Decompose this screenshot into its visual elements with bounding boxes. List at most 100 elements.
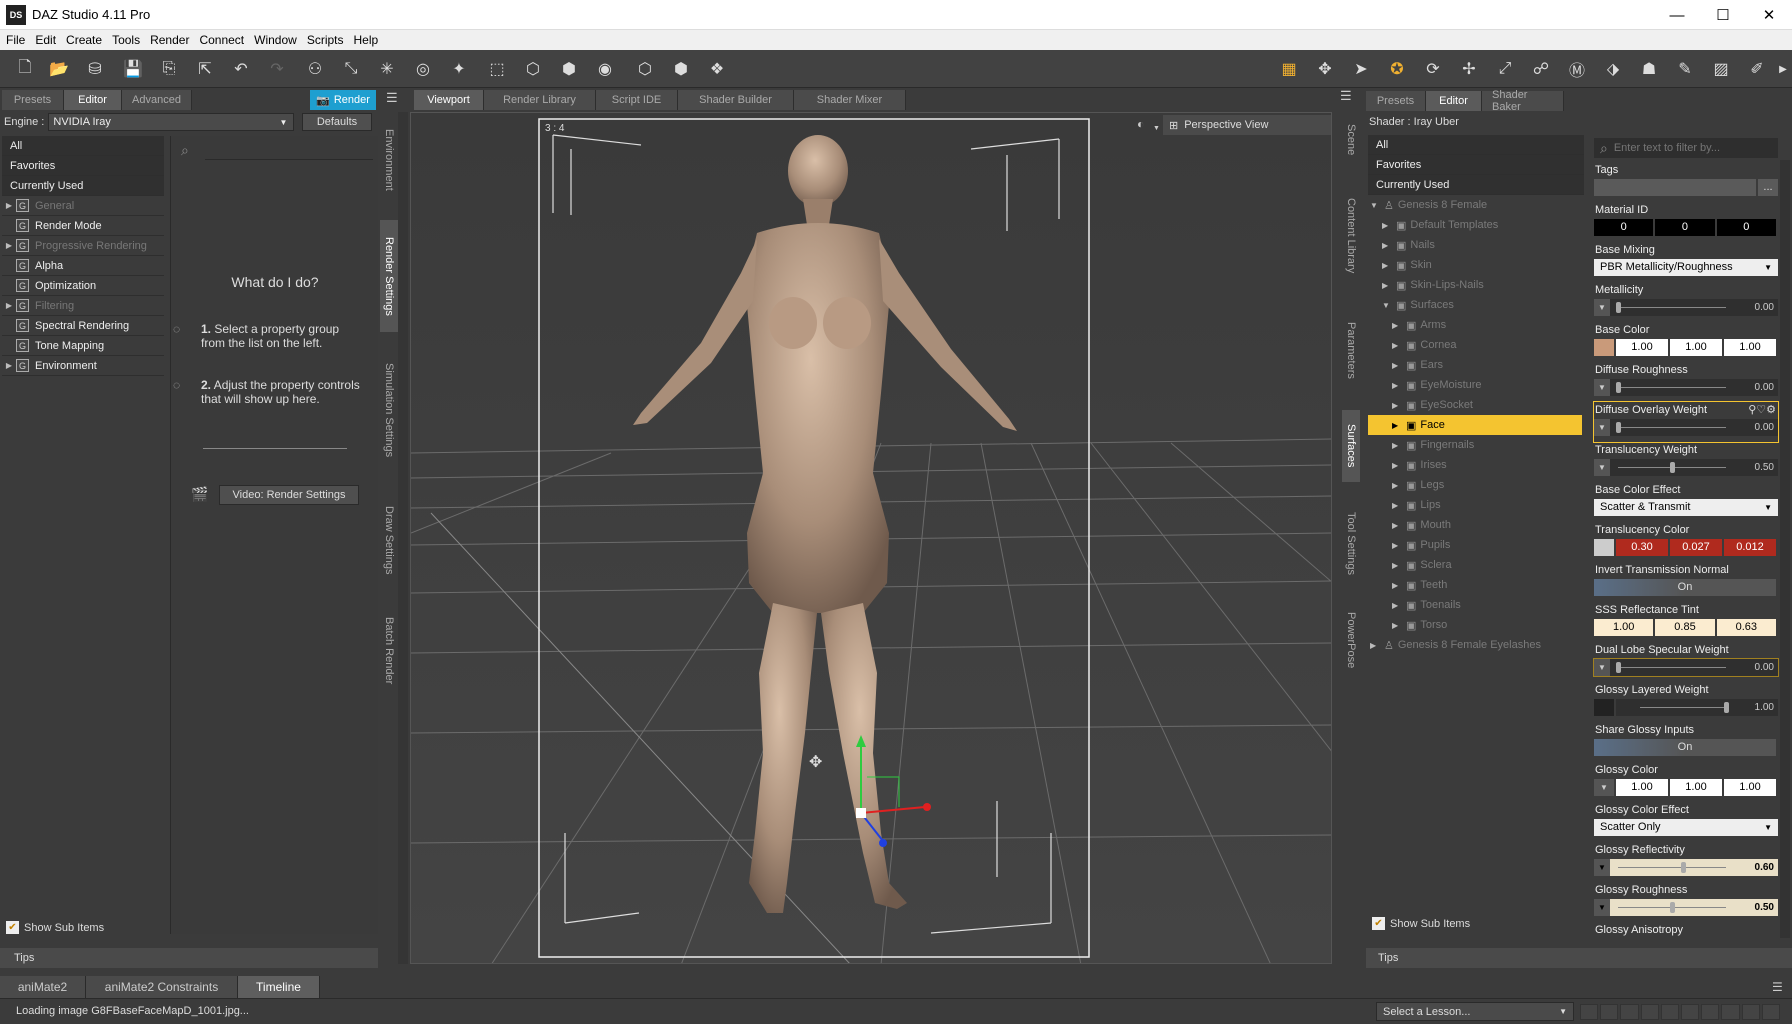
surface-tree-item[interactable]: ▶ ▣ Fingernails (1368, 435, 1582, 455)
render-group-item[interactable]: ▶ G General (2, 196, 164, 216)
expand-arrow-icon[interactable]: ▶ (1392, 561, 1402, 570)
tab-render-library[interactable]: Render Library (484, 90, 596, 110)
lesson-step-button[interactable] (1620, 1004, 1639, 1020)
glossy-reflectivity-slider[interactable]: ▼ 0.60 (1594, 858, 1778, 876)
morph-icon[interactable]: Ⓜ (1566, 58, 1588, 80)
expand-arrow-icon[interactable]: ▶ (1392, 381, 1402, 390)
slider-menu-icon[interactable]: ▼ (1594, 458, 1610, 476)
glossy-roughness-slider[interactable]: ▼ 0.50 (1594, 898, 1778, 916)
diffuse-roughness-slider[interactable]: ▼ 0.00 (1594, 378, 1778, 396)
active-pose-icon[interactable]: ✪ (1386, 58, 1408, 80)
primitive-icon[interactable]: ⬡ (522, 58, 544, 80)
surface-tree-item[interactable]: ▶ ▣ Lips (1368, 495, 1582, 515)
expand-arrow-icon[interactable]: ▼ (1370, 201, 1380, 210)
universal-tool-icon[interactable]: ✥ (1314, 58, 1336, 80)
surface-tree-item[interactable]: ▶ ▣ Face (1368, 415, 1582, 435)
scene-identification-icon[interactable]: ⚇ (304, 58, 326, 80)
translucency-color-g[interactable]: 0.027 (1670, 538, 1722, 556)
base-mixing-select[interactable]: PBR Metallicity/Roughness (1594, 258, 1778, 276)
tab-shader-mixer[interactable]: Shader Mixer (794, 90, 906, 110)
rotate-icon[interactable]: ⟳ (1422, 58, 1444, 80)
expand-arrow-icon[interactable]: ▶ (1392, 501, 1402, 510)
tab-timeline[interactable]: Timeline (238, 976, 320, 998)
surface-tree-item[interactable]: ▶ ▣ Nails (1368, 235, 1582, 255)
expand-arrow-icon[interactable]: ▶ (1392, 421, 1402, 430)
surface-tree-item[interactable]: ▶ ▣ Skin-Lips-Nails (1368, 275, 1582, 295)
render-group-item[interactable]: G Spectral Rendering (2, 316, 164, 336)
render-group-item[interactable]: ▶ G Progressive Rendering (2, 236, 164, 256)
merge-icon[interactable]: ⛁ (84, 58, 106, 80)
new-scene-icon[interactable]: 🗋 (14, 58, 36, 80)
import-icon[interactable]: ⎘ (158, 58, 180, 80)
tab-script-ide[interactable]: Script IDE (596, 90, 678, 110)
slider-knob[interactable] (1670, 901, 1675, 913)
minimize-icon[interactable]: — (1654, 0, 1700, 30)
redo-icon[interactable]: ↷ (266, 58, 288, 80)
lesson-step-button[interactable] (1660, 1004, 1680, 1020)
surface-tree-item[interactable]: ▶ ♙ Genesis 8 Female Eyelashes (1368, 635, 1582, 655)
scale-icon[interactable]: ⤢ (1494, 58, 1516, 80)
side-tab-tool-settings[interactable]: Tool Settings (1342, 498, 1360, 588)
surface-tree-item[interactable]: ▶ ▣ Ears (1368, 355, 1582, 375)
expand-arrow-icon[interactable]: ▶ (1392, 461, 1402, 470)
pointer-icon[interactable]: ➤ (1350, 58, 1372, 80)
expand-arrow-icon[interactable]: ▶ (1382, 261, 1392, 270)
cube-node-icon[interactable]: ❖ (706, 58, 728, 80)
save-icon[interactable]: 💾 (122, 58, 144, 80)
surface-tree-item[interactable]: ▶ ▣ Irises (1368, 455, 1582, 475)
material-id-g[interactable]: 0 (1655, 218, 1715, 236)
menu-edit[interactable]: Edit (35, 33, 56, 47)
tips-left[interactable]: Tips (0, 948, 378, 968)
invert-transmission-normal-toggle[interactable]: On (1594, 578, 1776, 596)
surface-tree-item[interactable]: ▶ ▣ Pupils (1368, 535, 1582, 555)
tab-surfaces-editor[interactable]: Editor (1426, 91, 1482, 111)
tab-advanced[interactable]: Advanced (122, 90, 192, 110)
render-group-item[interactable]: G Optimization (2, 276, 164, 296)
lesson-step-button[interactable] (1721, 1004, 1740, 1020)
side-tab-parameters[interactable]: Parameters (1342, 310, 1360, 390)
link-heart-gear-icon[interactable]: ⚲♡⚙ (1748, 403, 1776, 416)
slider-menu-icon[interactable]: ▼ (1594, 898, 1610, 916)
side-tab-powerpose[interactable]: PowerPose (1342, 604, 1360, 676)
expand-arrow-icon[interactable]: ▶ (1392, 341, 1402, 350)
surface-tree-item[interactable]: ▶ ▣ Teeth (1368, 575, 1582, 595)
diffuse-overlay-weight-slider[interactable]: ▼ 0.00 (1594, 418, 1778, 436)
grid-icon[interactable]: ▦ (1278, 58, 1300, 80)
surface-tree-item[interactable]: ▶ ▣ Legs (1368, 475, 1582, 495)
lesson-step-button[interactable] (1681, 1004, 1700, 1020)
expand-arrow-icon[interactable]: ▶ (1382, 241, 1392, 250)
viewport-splitter-left[interactable] (398, 112, 408, 964)
view-toggle-arrow-icon[interactable]: ▼ (1153, 125, 1160, 132)
lesson-step-button[interactable] (1580, 1004, 1599, 1020)
surface-tool-icon[interactable]: ⬗ (1602, 58, 1624, 80)
translucency-weight-slider[interactable]: ▼ 0.50 (1594, 458, 1778, 476)
right-pane-menu-icon[interactable]: ☰ (1340, 88, 1352, 104)
filter-favorites[interactable]: Favorites (2, 156, 164, 176)
side-tab-environment[interactable]: Environment (380, 112, 398, 208)
surface-tree-item[interactable]: ▶ ▣ Default Templates (1368, 215, 1582, 235)
figure-icon[interactable]: ☗ (1638, 58, 1660, 80)
expand-arrow-icon[interactable]: ▶ (2, 201, 16, 210)
expand-arrow-icon[interactable]: ▶ (1382, 221, 1392, 230)
checkbox-checked-icon[interactable]: ✔ (6, 921, 19, 934)
glossy-color-r[interactable]: 1.00 (1616, 778, 1668, 796)
tags-field[interactable] (1594, 178, 1756, 196)
tab-surfaces-presets[interactable]: Presets (1366, 91, 1426, 111)
camera-select[interactable]: ⊞ Perspective View (1163, 115, 1331, 135)
surface-tree-item[interactable]: ▼ ▣ Surfaces (1368, 295, 1582, 315)
toolbar-overflow-icon[interactable]: ▶ (1776, 58, 1790, 80)
menu-window[interactable]: Window (254, 33, 297, 47)
glossy-color-menu-icon[interactable]: ▼ (1594, 778, 1614, 796)
metallicity-slider[interactable]: ▼ 0.00 (1594, 298, 1778, 316)
surface-tree-item[interactable]: ▶ ▣ Skin (1368, 255, 1582, 275)
share-glossy-inputs-toggle[interactable]: On (1594, 738, 1776, 756)
expand-arrow-icon[interactable]: ▶ (2, 361, 16, 370)
menu-help[interactable]: Help (354, 33, 379, 47)
render-group-item[interactable]: G Tone Mapping (2, 336, 164, 356)
render-group-item[interactable]: ▶ G Filtering (2, 296, 164, 316)
tab-animate2[interactable]: aniMate2 (0, 976, 86, 998)
translucency-color-r[interactable]: 0.30 (1616, 538, 1668, 556)
lesson-step-button[interactable] (1761, 1004, 1781, 1020)
surface-tree-item[interactable]: ▶ ▣ Torso (1368, 615, 1582, 635)
expand-arrow-icon[interactable]: ▶ (1392, 581, 1402, 590)
